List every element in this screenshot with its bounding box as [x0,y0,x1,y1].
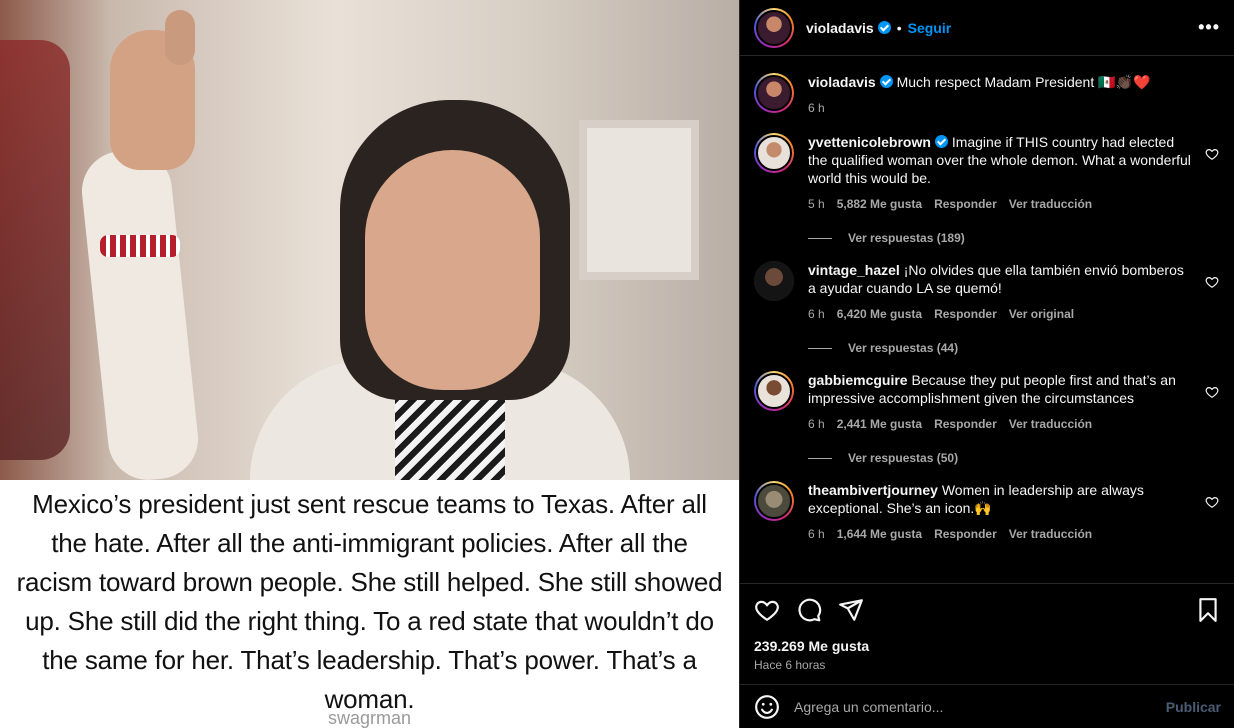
comment-time: 5 h [808,197,825,211]
media-watermark: swagrman [327,708,412,728]
comments-list[interactable]: violadavis Much respect Madam President … [740,57,1234,582]
comment-time: 6 h [808,527,825,541]
post-media[interactable]: Mexico’s president just sent rescue team… [0,0,739,728]
translate-button[interactable]: Ver traducción [1009,525,1092,543]
author-avatar[interactable] [754,7,794,48]
emoji-icon[interactable] [754,694,780,720]
commenter-avatar[interactable] [754,371,794,411]
view-replies-label: Ver respuestas (50) [848,451,959,465]
commenter-avatar[interactable] [754,481,794,521]
thumb [165,10,195,65]
heart-icon[interactable] [1205,385,1219,399]
comment-time: 6 h [808,307,825,321]
background-figure [0,40,70,460]
raised-arm [77,146,203,480]
view-replies-label: Ver respuestas (189) [848,231,965,245]
reply-button[interactable]: Responder [934,415,997,433]
comment-username[interactable]: yvettenicolebrown [808,134,931,150]
verified-icon [934,135,948,148]
comment-item: theambivertjourney Women in leadership a… [754,465,1221,543]
comment-username[interactable]: gabbiemcguire [808,372,908,388]
likes-count[interactable]: 239.269 Me gusta [754,638,1221,654]
post-time[interactable]: Hace 6 horas [754,658,1221,672]
view-replies-button[interactable]: Ver respuestas (44) [808,341,1221,355]
heart-icon[interactable] [1205,495,1219,509]
caption-text: Much respect Madam President 🇲🇽👏🏿❤️ [896,74,1151,90]
separator-dot: • [896,19,902,36]
media-caption-text: Mexico’s president just sent rescue team… [0,480,739,728]
comment-item: yvettenicolebrown Imagine if THIS countr… [754,117,1221,213]
share-icon[interactable] [838,597,864,623]
add-comment-bar: Publicar [740,684,1234,728]
commenter-avatar[interactable] [754,133,794,173]
heart-icon[interactable] [1205,275,1219,289]
person-blouse [395,395,505,480]
post-caption: violadavis Much respect Madam President … [754,57,1221,117]
more-icon[interactable]: ••• [1198,17,1220,38]
heart-icon[interactable] [1205,147,1219,161]
comment-time: 6 h [808,417,825,431]
background-window [579,120,699,280]
reply-button[interactable]: Responder [934,195,997,213]
verified-icon [879,75,893,88]
view-replies-button[interactable]: Ver respuestas (189) [808,231,1221,245]
bookmark-icon[interactable] [1195,597,1221,623]
person-face [365,150,540,390]
author-username[interactable]: violadavis [806,20,874,36]
post-actions: 239.269 Me gusta Hace 6 horas [740,583,1234,672]
comment-username[interactable]: vintage_hazel [808,262,900,278]
comment-likes[interactable]: 5,882 Me gusta [837,195,922,213]
verified-icon [877,21,891,34]
caption-username[interactable]: violadavis [808,74,876,90]
instagram-post-view: Mexico’s president just sent rescue team… [0,0,1234,728]
comment-likes[interactable]: 2,441 Me gusta [837,415,922,433]
caption-time: 6 h [808,101,825,115]
heart-icon[interactable] [754,597,780,623]
comment-icon[interactable] [796,597,822,623]
commenter-avatar[interactable] [754,261,794,301]
view-replies-button[interactable]: Ver respuestas (50) [808,451,1221,465]
publish-button[interactable]: Publicar [1166,699,1221,715]
comment-item: vintage_hazel ¡No olvides que ella tambi… [754,245,1221,323]
reply-button[interactable]: Responder [934,305,997,323]
post-header: violadavis • Seguir ••• [740,0,1234,56]
follow-button[interactable]: Seguir [908,20,952,36]
comment-item: gabbiemcguire Because they put people fi… [754,355,1221,433]
author-avatar[interactable] [754,73,794,113]
translate-button[interactable]: Ver traducción [1009,195,1092,213]
post-photo [0,0,739,480]
comment-likes[interactable]: 6,420 Me gusta [837,305,922,323]
bracelet [100,235,180,257]
translate-button[interactable]: Ver traducción [1009,415,1092,433]
translate-button[interactable]: Ver original [1009,305,1074,323]
comment-username[interactable]: theambivertjourney [808,482,938,498]
view-replies-label: Ver respuestas (44) [848,341,959,355]
reply-button[interactable]: Responder [934,525,997,543]
comment-input[interactable] [794,698,1166,715]
post-sidebar: violadavis • Seguir ••• violadavis Much … [739,0,1234,728]
comment-likes[interactable]: 1,644 Me gusta [837,525,922,543]
